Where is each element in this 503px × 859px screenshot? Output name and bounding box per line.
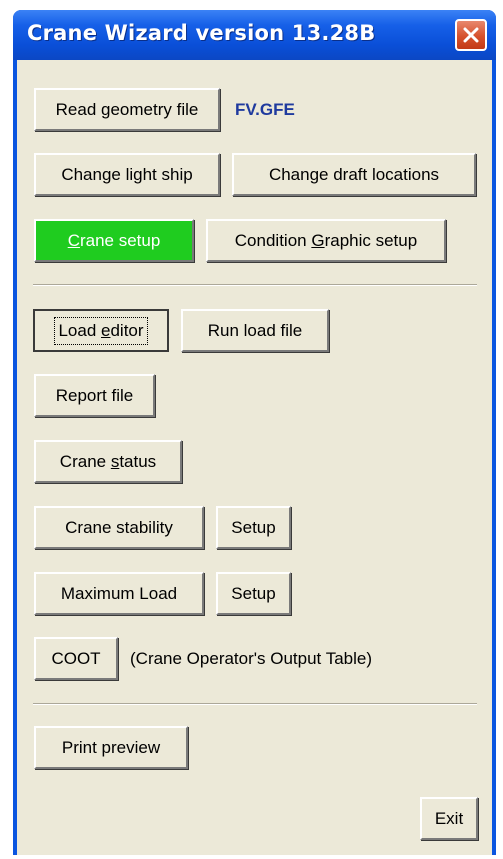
exit-label: Exit [434, 808, 464, 828]
load-editor-label: Load editor [54, 316, 148, 345]
change-light-ship-button[interactable]: Change light ship [34, 153, 220, 196]
maximum-load-button[interactable]: Maximum Load [34, 572, 204, 615]
print-preview-button[interactable]: Print preview [34, 726, 188, 769]
change-draft-locations-label: Change draft locations [268, 164, 440, 184]
print-preview-label: Print preview [61, 737, 161, 757]
report-file-button[interactable]: Report file [34, 374, 155, 417]
geometry-filename: FV.GFE [235, 100, 295, 119]
separator-top [33, 284, 477, 286]
read-geometry-file-label: Read geometry file [55, 99, 199, 119]
maximum-load-setup-button[interactable]: Setup [216, 572, 291, 615]
exit-button[interactable]: Exit [420, 797, 478, 840]
title-bar[interactable]: Crane Wizard version 13.28B [13, 10, 496, 60]
change-draft-locations-button[interactable]: Change draft locations [232, 153, 476, 196]
report-file-label: Report file [55, 385, 134, 405]
crane-stability-label: Crane stability [65, 517, 173, 537]
close-icon [463, 27, 479, 43]
separator-bottom [33, 703, 477, 705]
crane-status-button[interactable]: Crane status [34, 440, 182, 483]
coot-label: COOT [51, 648, 101, 668]
condition-graphic-setup-button[interactable]: Condition Graphic setup [206, 219, 446, 262]
crane-setup-button[interactable]: Crane setup [34, 219, 194, 262]
maximum-load-label: Maximum Load [60, 583, 178, 603]
maximum-load-setup-label: Setup [231, 583, 276, 603]
change-light-ship-label: Change light ship [61, 164, 193, 184]
crane-stability-setup-button[interactable]: Setup [216, 506, 291, 549]
run-load-file-button[interactable]: Run load file [181, 309, 329, 352]
read-geometry-file-button[interactable]: Read geometry file [34, 88, 220, 131]
crane-stability-button[interactable]: Crane stability [34, 506, 204, 549]
crane-status-label: Crane status [59, 451, 157, 471]
condition-graphic-setup-label: Condition Graphic setup [234, 230, 418, 250]
dialog-body: Read geometry file FV.GFE Change light s… [17, 60, 492, 855]
crane-setup-label: Crane setup [67, 230, 161, 250]
crane-stability-setup-label: Setup [231, 517, 276, 537]
run-load-file-label: Run load file [207, 320, 303, 340]
close-button[interactable] [455, 19, 487, 51]
coot-description: (Crane Operator's Output Table) [130, 649, 372, 668]
window-title: Crane Wizard version 13.28B [27, 21, 376, 45]
coot-button[interactable]: COOT [34, 637, 118, 680]
crane-wizard-window: Crane Wizard version 13.28B Read geometr… [13, 10, 496, 855]
load-editor-button[interactable]: Load editor [33, 309, 169, 352]
